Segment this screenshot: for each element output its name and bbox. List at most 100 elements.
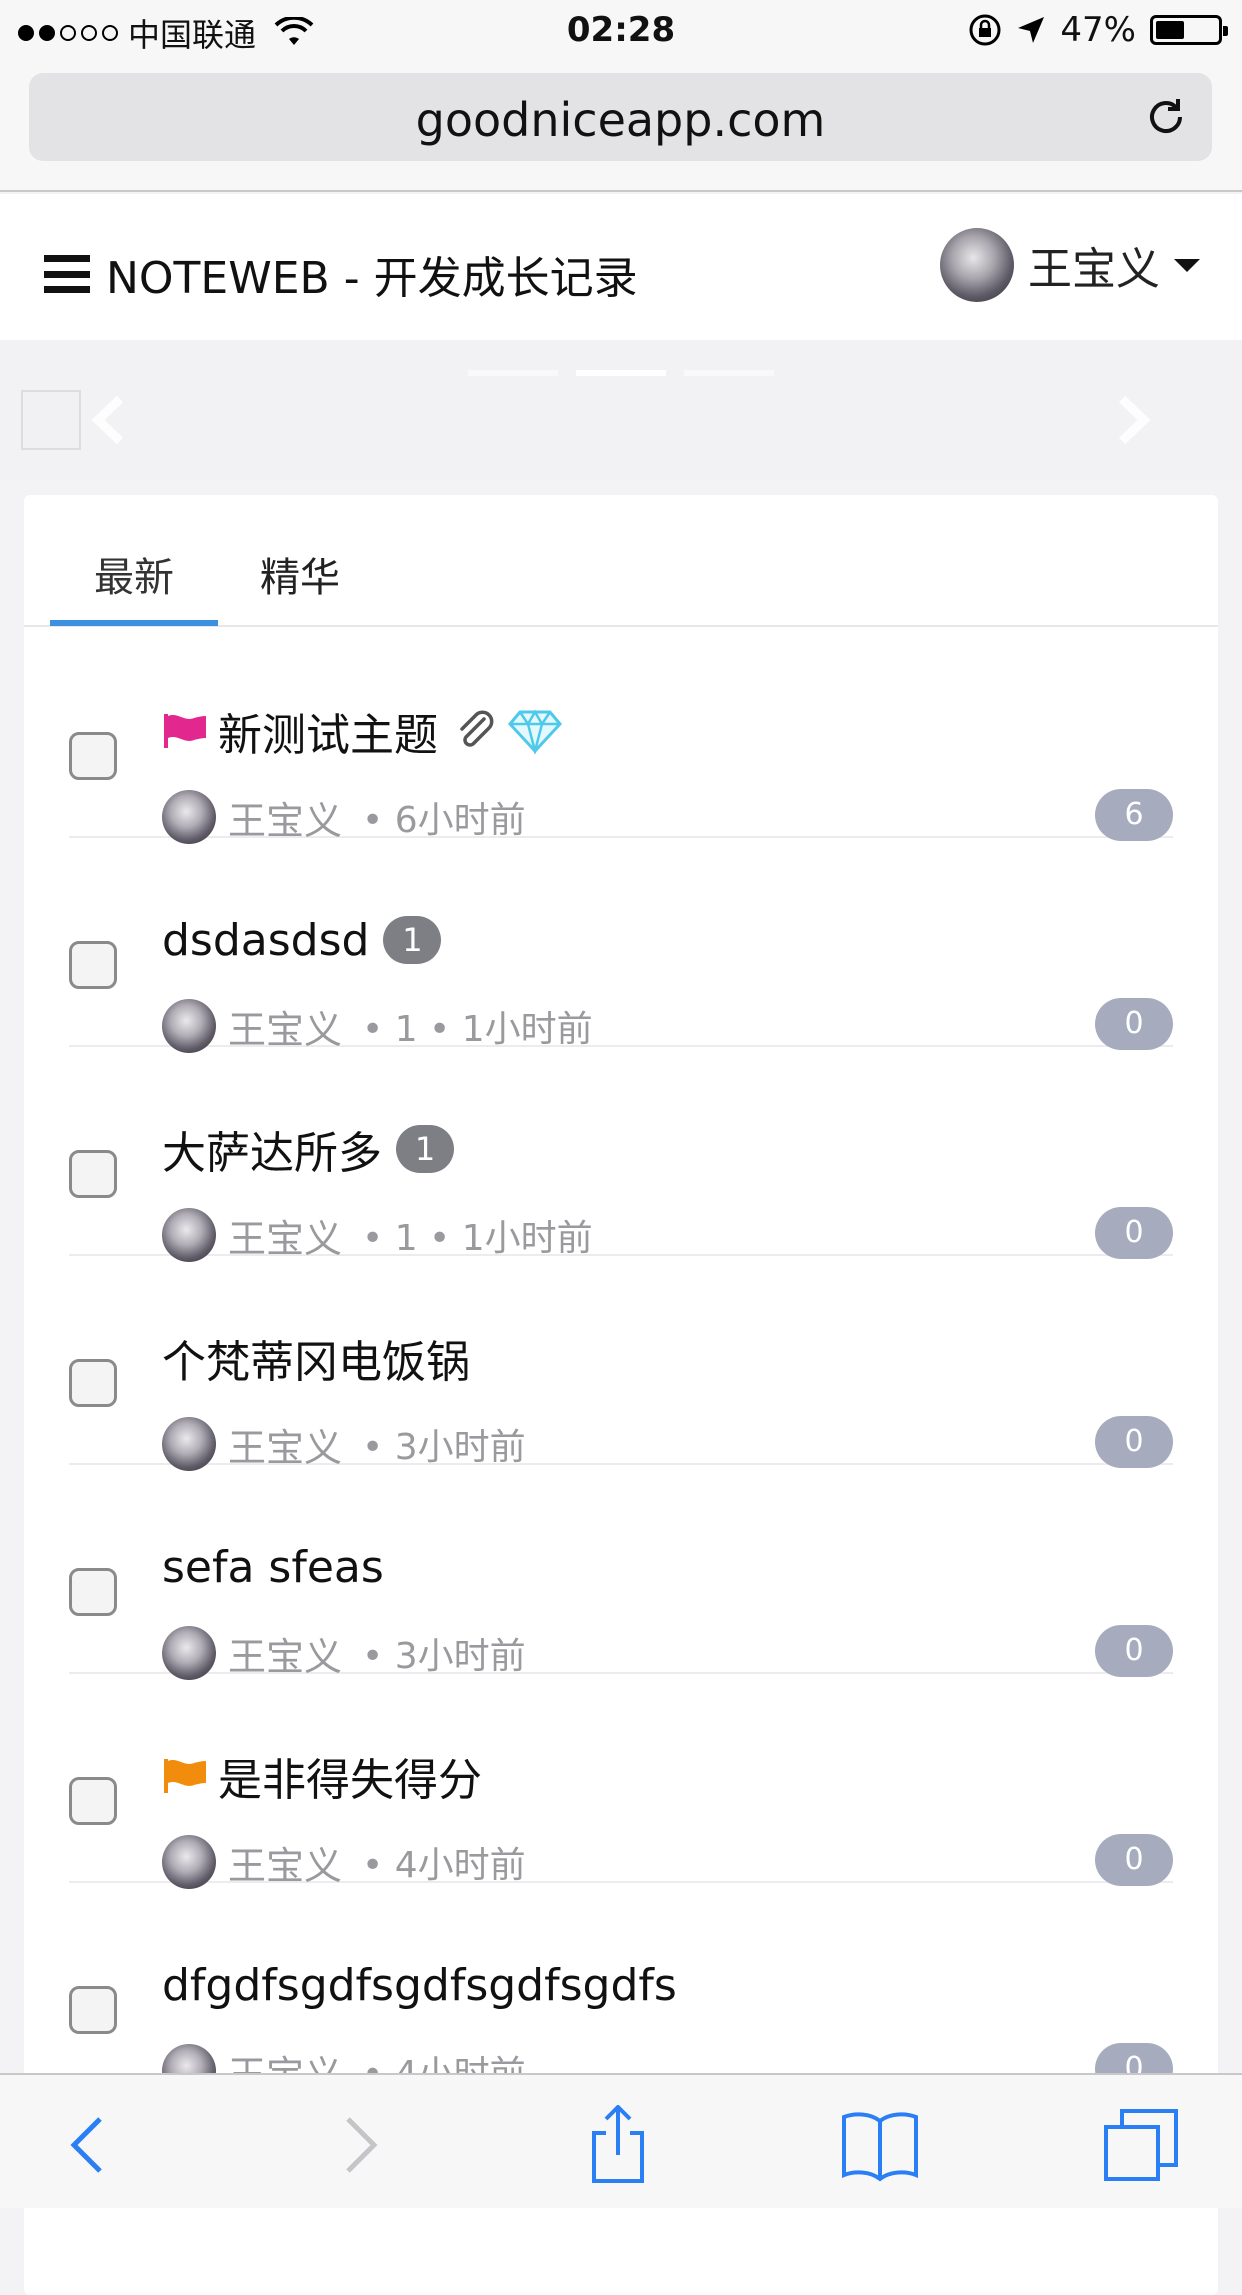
pink-flag-icon — [164, 714, 206, 748]
topic-title[interactable]: 大萨达所多 — [162, 1117, 382, 1181]
topic-title-row: dfgdfsgdfsgdfsgdfsgdfs — [162, 1955, 677, 2015]
topic-checkbox[interactable] — [69, 1568, 117, 1616]
topic-author[interactable]: 王宝义 — [228, 1208, 342, 1263]
menu-icon[interactable] — [44, 255, 90, 293]
chevron-left-icon[interactable] — [88, 395, 128, 445]
topic-list: 新测试主题 王宝义 • 6小时前 6 dsdasdsd 1 王宝义 • 1 • 1小时前 0 大萨… — [24, 629, 1218, 2098]
avatar[interactable] — [162, 1208, 216, 1262]
topic-author[interactable]: 王宝义 — [228, 790, 342, 845]
topic-meta: 王宝义 • 1 • 1小时前 — [162, 1207, 593, 1263]
reply-count-badge: 0 — [1095, 1207, 1173, 1259]
topic-row[interactable]: 大萨达所多 1 王宝义 • 1 • 1小时前 0 — [69, 1047, 1173, 1262]
avatar[interactable] — [162, 1835, 216, 1889]
topic-title[interactable]: sefa sfeas — [162, 1542, 384, 1593]
orange-flag-icon — [164, 1759, 206, 1793]
topic-time: • 3小时前 — [362, 1427, 526, 1468]
topic-meta: 王宝义 • 4小时前 — [162, 1834, 526, 1890]
battery-percent: 47% — [1060, 10, 1136, 50]
topic-time: • 1 • 1小时前 — [362, 1009, 593, 1050]
topic-meta: 王宝义 • 3小时前 — [162, 1625, 526, 1681]
topic-row[interactable]: dsdasdsd 1 王宝义 • 1 • 1小时前 0 — [69, 838, 1173, 1053]
topic-title-row: 是非得失得分 — [162, 1746, 482, 1806]
topic-time: • 1 • 1小时前 — [362, 1218, 593, 1259]
carousel-indicator[interactable] — [576, 370, 666, 376]
rotation-lock-icon — [969, 14, 1001, 46]
topic-checkbox[interactable] — [69, 1777, 117, 1825]
site-title[interactable]: NOTEWEB - 开发成长记录 — [106, 242, 638, 306]
battery-fill — [1156, 21, 1185, 39]
reply-count-badge: 0 — [1095, 1625, 1173, 1677]
topic-checkbox[interactable] — [69, 1150, 117, 1198]
topic-row[interactable]: sefa sfeas 王宝义 • 3小时前 0 — [69, 1465, 1173, 1680]
site-header: NOTEWEB - 开发成长记录 王宝义 — [0, 194, 1242, 340]
avatar[interactable] — [162, 999, 216, 1053]
topic-title[interactable]: dsdasdsd — [162, 915, 369, 966]
topic-checkbox[interactable] — [69, 941, 117, 989]
avatar[interactable] — [162, 1626, 216, 1680]
topic-title[interactable]: 是非得失得分 — [218, 1744, 482, 1808]
tab-bar: 最新 精华 — [24, 495, 1218, 627]
browser-address-area: goodniceapp.com — [0, 62, 1242, 192]
chevron-right-icon[interactable] — [1114, 395, 1154, 445]
tab-featured[interactable]: 精华 — [260, 545, 340, 603]
reply-count-badge: 0 — [1095, 1416, 1173, 1468]
topic-row[interactable]: 新测试主题王宝义 • 6小时前 6 — [69, 629, 1173, 844]
topic-title[interactable]: 个梵蒂冈电饭锅 — [162, 1326, 470, 1390]
location-arrow-icon — [1018, 17, 1045, 43]
back-icon[interactable] — [50, 2105, 130, 2185]
topic-time: • 6小时前 — [362, 800, 526, 841]
topic-title-row: 新测试主题 — [162, 701, 562, 761]
forward-icon[interactable] — [318, 2105, 398, 2185]
avatar[interactable] — [162, 790, 216, 844]
avatar[interactable] — [940, 228, 1014, 302]
url-text[interactable]: goodniceapp.com — [29, 93, 1212, 147]
topic-author[interactable]: 王宝义 — [228, 1417, 342, 1472]
topic-row[interactable]: dfgdfsgdfsgdfsgdfsgdfs王宝义• 4小时前0 — [69, 1883, 1173, 2098]
topic-meta: 王宝义 • 3小时前 — [162, 1416, 526, 1472]
browser-toolbar — [0, 2073, 1242, 2208]
reply-badge: 1 — [396, 1125, 454, 1173]
carousel-indicators — [0, 370, 1242, 376]
carousel — [0, 340, 1242, 480]
topic-time: • 4小时前 — [362, 1845, 526, 1886]
carousel-indicator[interactable] — [468, 370, 558, 376]
topic-author[interactable]: 王宝义 — [228, 1626, 342, 1681]
reply-count-badge: 0 — [1095, 998, 1173, 1050]
reply-count-badge: 0 — [1095, 1834, 1173, 1886]
battery-icon — [1150, 15, 1228, 45]
topic-checkbox[interactable] — [69, 1986, 117, 2034]
topic-row[interactable]: 是非得失得分王宝义 • 4小时前 0 — [69, 1674, 1173, 1889]
carousel-image-placeholder — [21, 390, 81, 450]
avatar[interactable] — [162, 1417, 216, 1471]
active-tab-indicator — [50, 620, 218, 626]
topic-title-row: 个梵蒂冈电饭锅 — [162, 1328, 470, 1388]
topic-checkbox[interactable] — [69, 1359, 117, 1407]
reload-icon[interactable] — [1142, 93, 1190, 141]
status-right: 47% — [968, 10, 1228, 50]
topic-checkbox[interactable] — [69, 732, 117, 780]
topic-title-row: sefa sfeas — [162, 1537, 384, 1597]
topic-title[interactable]: dfgdfsgdfsgdfsgdfsgdfs — [162, 1960, 677, 2011]
share-icon[interactable] — [578, 2105, 658, 2185]
topic-title-row: 大萨达所多 1 — [162, 1119, 454, 1179]
topic-title[interactable]: 新测试主题 — [218, 699, 438, 763]
carousel-indicator[interactable] — [684, 370, 774, 376]
tabs-icon[interactable] — [1102, 2105, 1182, 2185]
bookmarks-icon[interactable] — [840, 2105, 920, 2185]
status-bar: 中国联通 02:28 47% — [0, 0, 1242, 62]
reply-badge: 1 — [383, 916, 442, 964]
topic-meta: 王宝义 • 1 • 1小时前 — [162, 998, 593, 1054]
user-name[interactable]: 王宝义 — [1028, 233, 1160, 297]
topic-row[interactable]: 个梵蒂冈电饭锅王宝义 • 3小时前 0 — [69, 1256, 1173, 1471]
topic-author[interactable]: 王宝义 — [228, 1835, 342, 1890]
address-bar[interactable]: goodniceapp.com — [29, 73, 1212, 161]
topic-time: • 3小时前 — [362, 1636, 526, 1677]
caret-down-icon[interactable] — [1174, 258, 1200, 272]
brand[interactable]: NOTEWEB - 开发成长记录 — [44, 242, 638, 306]
reply-count-badge: 6 — [1095, 789, 1173, 841]
diamond-icon — [508, 709, 562, 754]
topic-title-row: dsdasdsd 1 — [162, 910, 442, 970]
tab-latest[interactable]: 最新 — [50, 545, 218, 603]
topic-author[interactable]: 王宝义 — [228, 999, 342, 1054]
user-menu[interactable]: 王宝义 — [940, 228, 1200, 302]
